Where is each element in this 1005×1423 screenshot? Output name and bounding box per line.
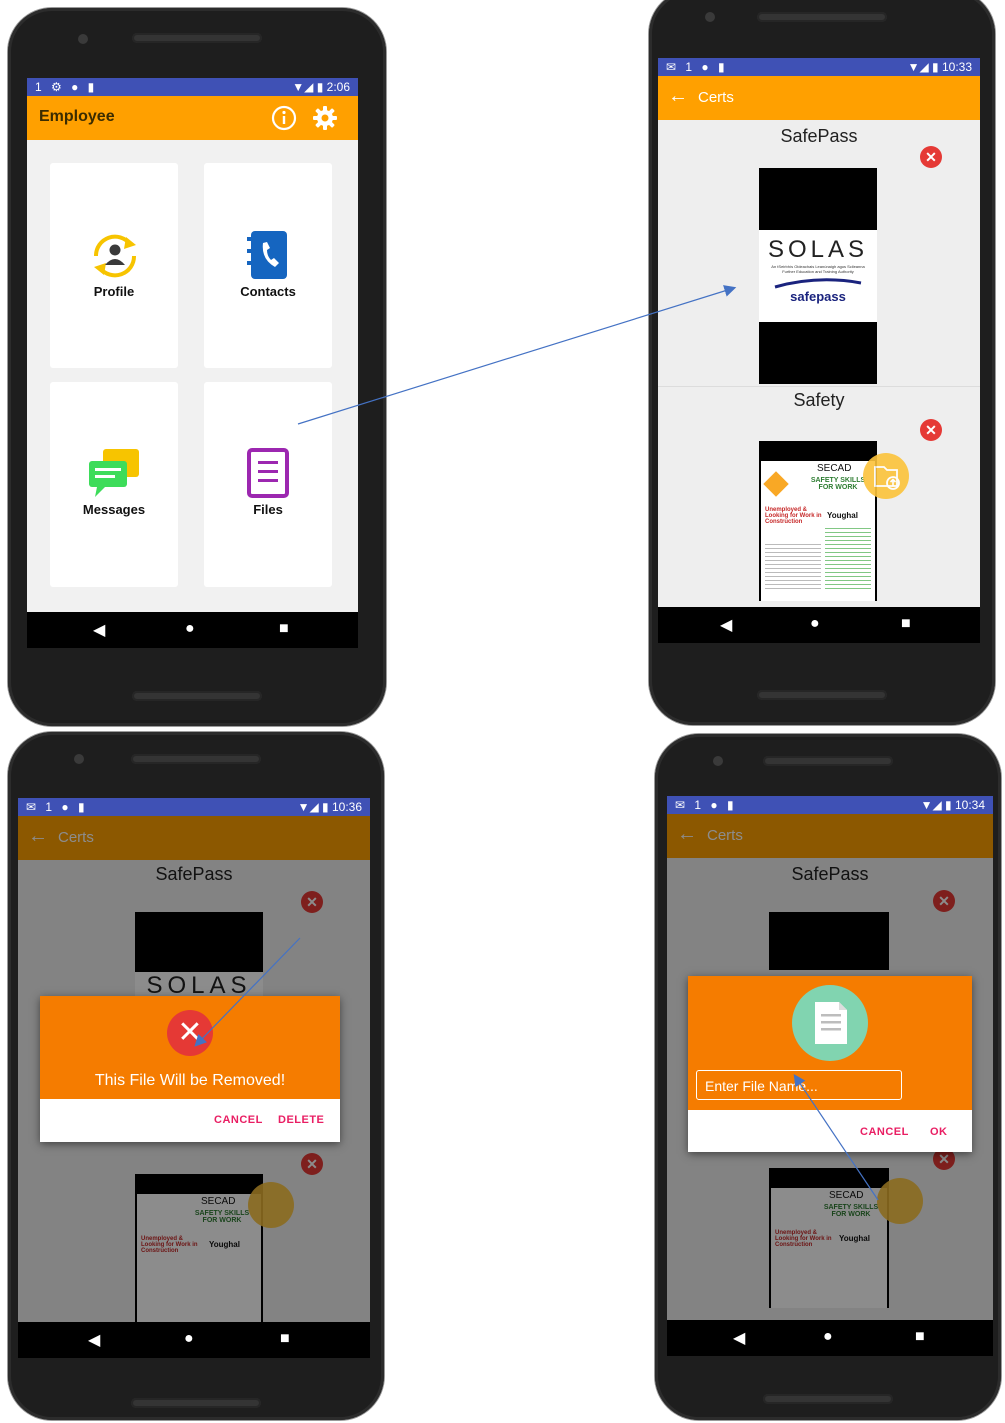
chat-bubbles-icon <box>89 449 139 497</box>
nav-bar: ◀ ● ■ <box>18 1322 370 1358</box>
tile-label: Profile <box>93 284 135 299</box>
screen-delete-dialog: ✉ 1 ● ▮ ▼◢ ▮ 10:36 ← Certs SafePass ✕ SO… <box>18 798 370 1358</box>
file-document-icon <box>792 985 868 1061</box>
nav-back-button[interactable]: ◀ <box>93 620 105 640</box>
nav-home-button[interactable]: ● <box>810 615 820 633</box>
phone-delete-dialog: ✉ 1 ● ▮ ▼◢ ▮ 10:36 ← Certs SafePass ✕ SO… <box>8 732 384 1420</box>
gear-icon[interactable] <box>311 104 339 132</box>
app-bar: ← Certs <box>658 76 980 120</box>
document-icon <box>247 448 289 498</box>
cert-image-safety[interactable]: SECAD SAFETY SKILLS FOR WORK Unemployed … <box>759 441 877 601</box>
nav-back-button[interactable]: ◀ <box>733 1328 745 1348</box>
solas-logo: SOLAS An tSeirbhís Oideachais Leanúnaigh… <box>759 230 877 322</box>
phone-employee: 1 ⚙ ● ▮ ▼◢ ▮ 2:06 Employee Profile Conta… <box>8 8 386 726</box>
status-bar: 1 ⚙ ● ▮ ▼◢ ▮ 2:06 <box>27 78 358 96</box>
tile-label: Files <box>253 502 283 517</box>
tile-messages[interactable]: Messages <box>50 382 178 587</box>
nav-back-button[interactable]: ◀ <box>88 1330 100 1350</box>
poster: SECAD SAFETY SKILLS FOR WORK Unemployed … <box>761 461 875 601</box>
nav-home-button[interactable]: ● <box>184 1330 194 1348</box>
filename-dialog: Enter File Name... CANCEL OK <box>688 976 972 1152</box>
nav-bar: ◀ ● ■ <box>658 607 980 643</box>
tile-label: Messages <box>82 502 146 517</box>
nav-recent-button[interactable]: ■ <box>901 615 911 633</box>
phone-certs: ✉ 1 ● ▮ ▼◢ ▮ 10:33 ← Certs SafePass ✕ SO… <box>649 0 995 725</box>
status-bar: ✉ 1 ● ▮ ▼◢ ▮ 10:33 <box>658 58 980 76</box>
profile-sync-icon <box>93 234 137 278</box>
nav-recent-button[interactable]: ■ <box>280 1330 290 1348</box>
delete-cert-button[interactable]: ✕ <box>920 419 942 441</box>
screen-filename-dialog: ✉ 1 ● ▮ ▼◢ ▮ 10:34 ← Certs SafePass ✕ ✕ … <box>667 796 993 1356</box>
cert-title-safepass: SafePass <box>780 126 858 146</box>
nav-recent-button[interactable]: ■ <box>915 1328 925 1346</box>
tile-files[interactable]: Files <box>204 382 332 587</box>
back-arrow-icon[interactable]: ← <box>668 85 688 108</box>
nav-bar: ◀ ● ■ <box>27 612 358 648</box>
delete-cert-button[interactable]: ✕ <box>920 146 942 168</box>
status-bar: ✉ 1 ● ▮ ▼◢ ▮ 10:34 <box>667 796 993 814</box>
tile-contacts[interactable]: Contacts <box>204 163 332 368</box>
info-icon[interactable] <box>271 105 297 131</box>
nav-bar: ◀ ● ■ <box>667 1320 993 1356</box>
cert-title-safety: Safety <box>793 390 845 410</box>
delete-button[interactable]: DELETE <box>278 1114 324 1126</box>
page-title: Employee <box>39 108 115 125</box>
tile-label: Contacts <box>240 284 296 299</box>
folder-upload-icon <box>874 466 900 490</box>
screen-certs: ✉ 1 ● ▮ ▼◢ ▮ 10:33 ← Certs SafePass ✕ SO… <box>658 58 980 643</box>
cancel-button[interactable]: CANCEL <box>214 1114 263 1126</box>
app-bar: Employee <box>27 96 358 140</box>
ok-button[interactable]: OK <box>930 1126 948 1138</box>
nav-home-button[interactable]: ● <box>185 620 195 638</box>
phone-filename-dialog: ✉ 1 ● ▮ ▼◢ ▮ 10:34 ← Certs SafePass ✕ ✕ … <box>655 734 1001 1420</box>
dashboard-grid: Profile Contacts Messages Files <box>27 140 358 612</box>
nav-recent-button[interactable]: ■ <box>279 620 289 638</box>
error-x-icon: ✕ <box>167 1010 213 1056</box>
cert-image-safepass[interactable]: SOLAS An tSeirbhís Oideachais Leanúnaigh… <box>759 168 877 384</box>
delete-dialog: ✕ This File Will be Removed! CANCEL DELE… <box>40 996 340 1142</box>
file-name-input[interactable]: Enter File Name... <box>696 1070 902 1100</box>
page-title: Certs <box>698 89 734 106</box>
contacts-book-icon <box>247 231 287 279</box>
nav-home-button[interactable]: ● <box>823 1328 833 1346</box>
tile-profile[interactable]: Profile <box>50 163 178 368</box>
dialog-message: This File Will be Removed! <box>94 1072 286 1089</box>
nav-back-button[interactable]: ◀ <box>720 615 732 635</box>
cancel-button[interactable]: CANCEL <box>860 1126 909 1138</box>
status-bar: ✉ 1 ● ▮ ▼◢ ▮ 10:36 <box>18 798 370 816</box>
screen-employee: 1 ⚙ ● ▮ ▼◢ ▮ 2:06 Employee Profile Conta… <box>27 78 358 648</box>
upload-folder-button[interactable] <box>863 453 909 499</box>
